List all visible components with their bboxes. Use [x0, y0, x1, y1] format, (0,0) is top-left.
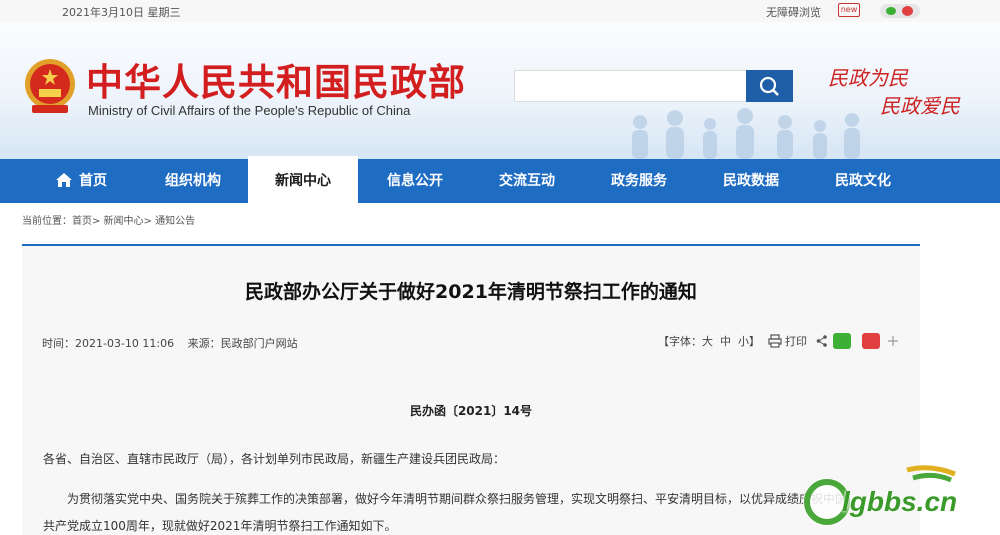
- current-date: 2021年3月10日 星期三: [62, 6, 181, 19]
- site-title[interactable]: 中华人民共和国民政部: [86, 52, 466, 106]
- wechat-share-icon[interactable]: [833, 333, 851, 349]
- source-label: 来源：: [187, 337, 221, 350]
- publish-time: 2021-03-10 11:06: [75, 337, 175, 350]
- home-icon: [56, 172, 72, 187]
- breadcrumb[interactable]: 当前位置：首页> 新闻中心> 通知公告: [22, 212, 195, 227]
- nav-item-organization[interactable]: 组织机构: [140, 159, 246, 203]
- printer-icon[interactable]: [768, 334, 782, 348]
- search-input[interactable]: [514, 70, 746, 102]
- font-large-button[interactable]: 大: [702, 333, 713, 349]
- time-label: 时间：: [42, 337, 75, 350]
- share-icon[interactable]: [816, 335, 828, 347]
- article-tools: 【字体： 大 中 小】 打印: [658, 333, 908, 351]
- main-nav: 首页 组织机构 新闻中心 信息公开 交流互动 政务服务 民政数据 民政文化: [0, 156, 1000, 203]
- article-meta: 时间：2021-03-10 11:06 来源：民政部门户网站: [42, 335, 308, 351]
- weibo-icon[interactable]: [902, 6, 913, 16]
- font-size-label: 【字体：: [658, 335, 702, 348]
- top-utility-bar: 2021年3月10日 星期三 无障碍浏览 new: [0, 0, 1000, 22]
- font-medium-button[interactable]: 中: [720, 333, 731, 349]
- more-share-icon[interactable]: [888, 336, 898, 346]
- nav-item-culture[interactable]: 民政文化: [810, 159, 916, 203]
- nav-item-data[interactable]: 民政数据: [698, 159, 804, 203]
- salutation: 各省、自治区、直辖市民政厅（局），各计划单列市民政局，新疆生产建设兵团民政局：: [43, 452, 506, 466]
- font-small-button[interactable]: 小】: [738, 333, 760, 349]
- nav-item-info-disclosure[interactable]: 信息公开: [362, 159, 468, 203]
- new-badge-icon[interactable]: new: [838, 3, 860, 17]
- nav-item-home[interactable]: 首页: [28, 159, 134, 203]
- search-icon: [759, 76, 779, 96]
- search-button[interactable]: [746, 70, 793, 102]
- slogan-line-1: 民政为民: [828, 66, 908, 90]
- national-emblem-icon: [25, 59, 75, 113]
- wechat-icon[interactable]: [886, 7, 896, 15]
- nav-item-label: 首页: [79, 173, 107, 189]
- site-header: 中华人民共和国民政部 Ministry of Civil Affairs of …: [0, 22, 1000, 159]
- nav-item-news-center[interactable]: 新闻中心: [248, 156, 358, 203]
- print-button[interactable]: 打印: [785, 333, 807, 349]
- weibo-share-icon[interactable]: [862, 333, 880, 349]
- paragraph-line: 为贯彻落实党中央、国务院关于殡葬工作的决策部署，做好今年清明节期间群众祭扫服务管…: [67, 492, 848, 506]
- social-share-pill[interactable]: [880, 4, 920, 18]
- nav-item-interaction[interactable]: 交流互动: [474, 159, 580, 203]
- site-subtitle: Ministry of Civil Affairs of the People'…: [88, 103, 411, 118]
- article-paragraph: 为贯彻落实党中央、国务院关于殡葬工作的决策部署，做好今年清明节期间群众祭扫服务管…: [43, 486, 847, 535]
- slogan-line-2: 民政爱民: [880, 94, 960, 118]
- watermark-text: lgbbs.cn: [842, 486, 958, 517]
- nav-item-services[interactable]: 政务服务: [586, 159, 692, 203]
- source-value: 民政部门户网站: [220, 337, 298, 350]
- document-number: 民办函〔2021〕14号: [409, 404, 533, 418]
- accessibility-link[interactable]: 无障碍浏览: [766, 4, 821, 20]
- article-title: 民政部办公厅关于做好2021年清明节祭扫工作的通知: [245, 281, 697, 303]
- paragraph-line: 共产党成立100周年，现就做好2021年清明节祭扫工作通知如下。: [43, 519, 397, 533]
